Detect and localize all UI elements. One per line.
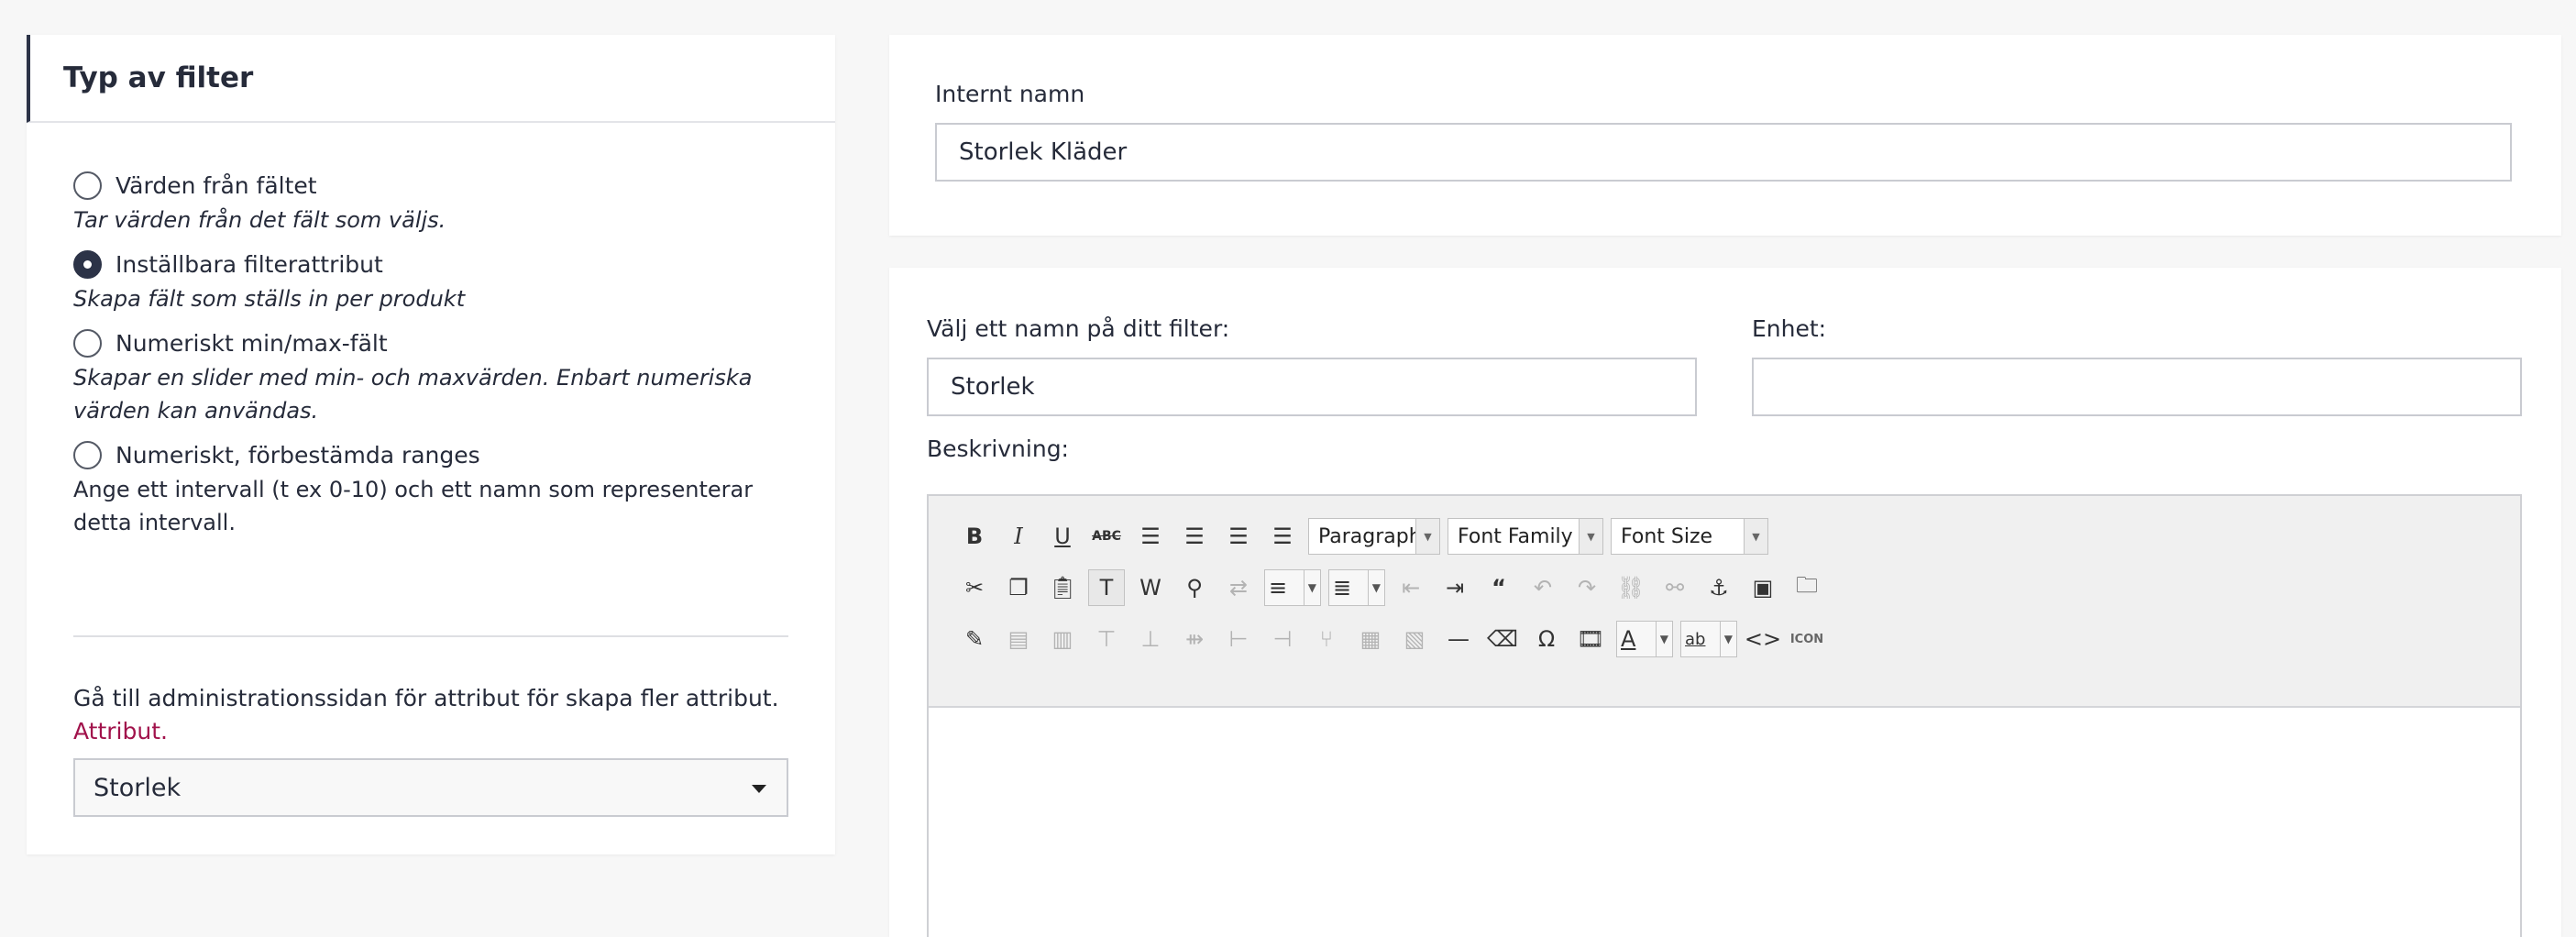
col-before-icon[interactable]: ⊢ <box>1220 621 1257 657</box>
split-cells-icon[interactable]: ⑂ <box>1308 621 1345 657</box>
internal-name-card: Internt namn Storlek Kläder <box>889 35 2561 236</box>
paste-icon[interactable]: 📋︎ <box>1044 569 1081 606</box>
chevron-down-icon: ▼ <box>1579 519 1602 554</box>
unit-input[interactable] <box>1752 358 2522 416</box>
radio-numeric-min-max[interactable] <box>73 328 102 358</box>
filter-name-value: Storlek <box>951 373 1035 401</box>
image-icon[interactable]: ▣ <box>1745 569 1781 606</box>
option-description: Ange ett intervall (t ex 0-10) och ett n… <box>73 477 754 535</box>
align-left-icon[interactable]: ☰ <box>1132 518 1169 555</box>
option-description: Skapa fält som ställs in per produkt <box>73 286 466 312</box>
numbered-list-icon[interactable]: ≣ ▼ <box>1328 569 1385 606</box>
toolbar-row-2: ✂ ❐ 📋︎ T W ⚲ ⇄ ≡ ▼ ≣ ▼ ⇤ ⇥ “ ↶ ↷ ⛓ ⚯ ⚓ ▣ 🗀 <box>956 569 1833 606</box>
eraser-icon[interactable]: ⌫ <box>1484 621 1521 657</box>
highlight-color-icon[interactable]: ab ▼ <box>1680 621 1737 657</box>
link-icon[interactable]: ⛓ <box>1613 569 1649 606</box>
align-right-icon[interactable]: ☰ <box>1220 518 1257 555</box>
horizontal-rule-icon[interactable]: — <box>1440 621 1477 657</box>
undo-icon[interactable]: ↶ <box>1525 569 1561 606</box>
filter-type-card: Typ av filter Värden från fältet Tar vär… <box>27 35 835 854</box>
caret-down-icon <box>752 785 766 793</box>
icon-icon[interactable]: ICON <box>1789 621 1825 657</box>
omega-icon[interactable]: Ω <box>1528 621 1565 657</box>
filter-type-header: Typ av filter <box>27 35 835 123</box>
internal-name-value: Storlek Kläder <box>959 138 1128 166</box>
replace-icon[interactable]: ⇄ <box>1220 569 1257 606</box>
file-manager-icon[interactable]: 🗀 <box>1789 569 1825 606</box>
paragraph-select[interactable]: Paragraph ▼ <box>1308 518 1440 555</box>
radio-numeric-ranges[interactable] <box>73 440 102 469</box>
filter-type-title: Typ av filter <box>63 61 254 94</box>
unit-label: Enhet: <box>1752 315 1827 342</box>
toolbar-row-3: ✎ ▤ ▥ ⊤ ⊥ ⇻ ⊢ ⊣ ⑂ ▦ ▧ — ⌫ Ω 🎞︎ A ▼ ab ▼ <>… <box>956 621 1833 657</box>
option-label: Numeriskt min/max-fält <box>116 329 388 357</box>
font-size-select-value: Font Size <box>1621 524 1713 548</box>
radio-configurable-attributes[interactable] <box>73 249 102 279</box>
font-family-select-value: Font Family <box>1458 524 1573 548</box>
attribute-admin-link[interactable]: Attribut. <box>73 718 168 744</box>
filter-name-input[interactable]: Storlek <box>927 358 1697 416</box>
radio-values-from-field[interactable] <box>73 171 102 200</box>
media-icon[interactable]: 🎞︎ <box>1572 621 1609 657</box>
option-description: Tar värden från det fält som väljs. <box>73 207 446 233</box>
option-configurable-attributes[interactable]: Inställbara filterattribut <box>73 246 816 282</box>
toolbar-row-1: B I U ABC ☰ ☰ ☰ ☰ Paragraph ▼ Font Famil… <box>956 518 1776 555</box>
row-after-icon[interactable]: ⊥ <box>1132 621 1169 657</box>
attribute-select[interactable]: Storlek <box>73 758 788 817</box>
unlink-icon[interactable]: ⚯ <box>1657 569 1693 606</box>
internal-name-label: Internt namn <box>935 81 1085 107</box>
indent-icon[interactable]: ⇥ <box>1437 569 1473 606</box>
paragraph-select-value: Paragraph <box>1318 524 1422 548</box>
option-label: Inställbara filterattribut <box>116 250 383 278</box>
paste-word-icon[interactable]: W <box>1132 569 1169 606</box>
table-row-icon[interactable]: ▤ <box>1000 621 1037 657</box>
merge-cells-icon[interactable]: ▦ <box>1352 621 1389 657</box>
option-numeric-min-max[interactable]: Numeriskt min/max-fält <box>73 325 816 361</box>
find-icon[interactable]: ⚲ <box>1176 569 1213 606</box>
font-family-select[interactable]: Font Family ▼ <box>1448 518 1603 555</box>
delete-row-icon[interactable]: ⇻ <box>1176 621 1213 657</box>
edit-icon[interactable]: ✎ <box>956 621 993 657</box>
align-center-icon[interactable]: ☰ <box>1176 518 1213 555</box>
table-delete-icon[interactable]: ▥ <box>1044 621 1081 657</box>
editor-content-area[interactable] <box>929 708 2520 937</box>
underline-icon[interactable]: U <box>1044 518 1081 555</box>
text-color-icon[interactable]: A ▼ <box>1616 621 1673 657</box>
option-label: Värden från fältet <box>116 171 317 199</box>
cut-icon[interactable]: ✂ <box>956 569 993 606</box>
col-after-icon[interactable]: ⊣ <box>1264 621 1301 657</box>
blockquote-icon[interactable]: “ <box>1481 569 1517 606</box>
outdent-icon[interactable]: ⇤ <box>1393 569 1429 606</box>
copy-icon[interactable]: ❐ <box>1000 569 1037 606</box>
row-before-icon[interactable]: ⊤ <box>1088 621 1125 657</box>
table-props-icon[interactable]: ▧ <box>1396 621 1433 657</box>
filter-type-options: Värden från fältet Tar värden från det f… <box>73 167 816 548</box>
align-justify-icon[interactable]: ☰ <box>1264 518 1301 555</box>
admin-hint: Gå till administrationssidan för attribu… <box>73 682 788 748</box>
rich-text-editor: B I U ABC ☰ ☰ ☰ ☰ Paragraph ▼ Font Famil… <box>927 494 2522 937</box>
filter-name-label: Välj ett namn på ditt filter: <box>927 315 1230 342</box>
chevron-down-icon: ▼ <box>1744 519 1767 554</box>
chevron-down-icon: ▼ <box>1415 519 1439 554</box>
bold-icon[interactable]: B <box>956 518 993 555</box>
description-label: Beskrivning: <box>927 435 1069 462</box>
italic-icon[interactable]: I <box>1000 518 1037 555</box>
font-size-select[interactable]: Font Size ▼ <box>1611 518 1768 555</box>
option-label: Numeriskt, förbestämda ranges <box>116 441 480 468</box>
attribute-select-value: Storlek <box>94 773 182 802</box>
filter-details-card: Välj ett namn på ditt filter: Storlek En… <box>889 268 2561 937</box>
admin-hint-text: Gå till administrationssidan för attribu… <box>73 685 779 711</box>
option-numeric-ranges[interactable]: Numeriskt, förbestämda ranges <box>73 436 816 473</box>
option-description: Skapar en slider med min- och maxvärden.… <box>73 365 753 424</box>
bullet-list-icon[interactable]: ≡ ▼ <box>1264 569 1321 606</box>
editor-toolbar: B I U ABC ☰ ☰ ☰ ☰ Paragraph ▼ Font Famil… <box>929 496 2520 708</box>
paste-text-icon[interactable]: T <box>1088 569 1125 606</box>
code-icon[interactable]: <> <box>1745 621 1781 657</box>
redo-icon[interactable]: ↷ <box>1569 569 1605 606</box>
option-values-from-field[interactable]: Värden från fältet <box>73 167 816 204</box>
anchor-icon[interactable]: ⚓ <box>1701 569 1737 606</box>
section-divider <box>73 635 788 637</box>
internal-name-input[interactable]: Storlek Kläder <box>935 123 2512 182</box>
strikethrough-icon[interactable]: ABC <box>1088 518 1125 555</box>
